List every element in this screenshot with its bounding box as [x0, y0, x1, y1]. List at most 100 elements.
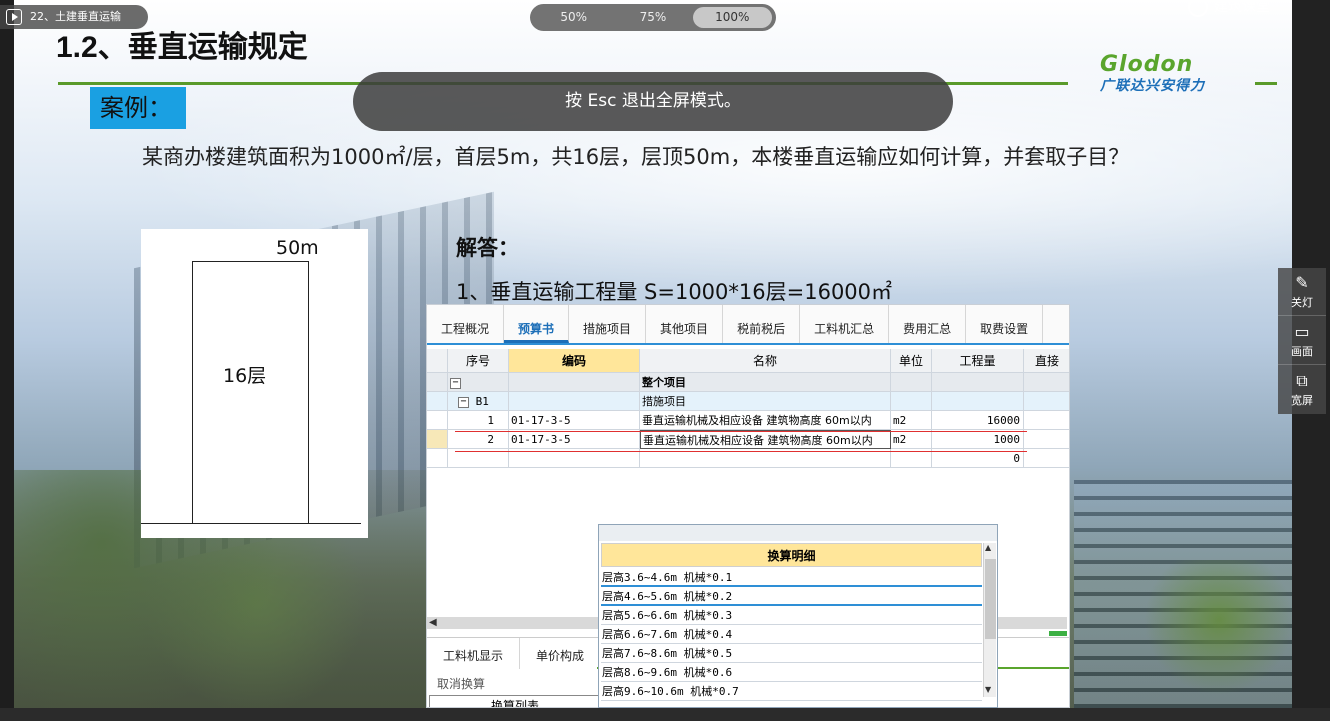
tab-budget-book[interactable]: 预算书 [504, 305, 570, 343]
popup-titlebar [599, 525, 997, 541]
row-qty [932, 392, 1024, 411]
widescreen-button[interactable]: ⧉ 宽屏 [1278, 366, 1326, 414]
tab-other-items[interactable]: 其他项目 [646, 305, 724, 343]
glodon-logo: Glodon 广联达兴安得力 [1100, 52, 1235, 102]
zoom-selector: 50% 75% 100% [530, 4, 776, 31]
row-name: 整个项目 [640, 373, 891, 392]
tab-tax[interactable]: 税前税后 [723, 305, 801, 343]
player-bottom-bar [0, 708, 1330, 721]
row-name: 垂直运输机械及相应设备 建筑物高度 60m以内 [640, 411, 891, 430]
widescreen-label: 宽屏 [1291, 394, 1313, 407]
conversion-option[interactable]: 层高7.6~8.6m 机械*0.5 [601, 644, 982, 663]
picture-label: 画面 [1291, 345, 1313, 358]
conversion-option[interactable]: 层高5.6~6.6m 机械*0.3 [601, 606, 982, 625]
row-seq: 1 [448, 411, 509, 430]
row-indicator [427, 449, 448, 468]
scrollbar-thumb[interactable] [985, 559, 996, 639]
monitor-icon: ▭ [1294, 322, 1310, 341]
row-name: 措施项目 [640, 392, 891, 411]
tab-cost-summary[interactable]: 费用汇总 [889, 305, 967, 343]
zoom-50-button[interactable]: 50% [534, 7, 613, 28]
scroll-up-icon[interactable]: ▲ [985, 543, 991, 552]
conversion-option[interactable]: 层高4.6~5.6m 机械*0.2 [601, 587, 982, 606]
cancel-conversion-button[interactable]: 取消换算 [437, 675, 485, 692]
diagram-ground-line [141, 523, 361, 524]
conversion-option[interactable]: 层高9.6~10.6m 机械*0.7 [601, 682, 982, 701]
play-icon[interactable] [6, 9, 22, 25]
title-divider-end [1255, 82, 1277, 85]
tab-unit-price[interactable]: 单价构成 [520, 638, 602, 669]
slide-background-trees-right [1134, 560, 1292, 708]
col-header-seq[interactable]: 序号 [448, 349, 509, 373]
popup-vertical-scrollbar[interactable]: ▲ ▼ [983, 543, 996, 697]
row-direct [1024, 373, 1069, 392]
row-indicator [427, 373, 448, 392]
diagram-floors-label: 16层 [223, 365, 267, 387]
diagram-building-outline [192, 261, 309, 524]
col-header-name[interactable]: 名称 [640, 349, 891, 373]
row-indicator [427, 392, 448, 411]
software-tab-bar: 工程概况 预算书 措施项目 其他项目 税前税后 工料机汇总 费用汇总 取费设置 [427, 305, 1069, 345]
row-seq: − [448, 373, 509, 392]
side-toolbar: ✎ 关灯 ▭ 画面 ⧉ 宽屏 [1278, 268, 1326, 414]
tab-materials-summary[interactable]: 工料机汇总 [800, 305, 890, 343]
tab-project-overview[interactable]: 工程概况 [427, 305, 505, 343]
fullscreen-player: 1.2、垂直运输规定 Glodon 广联达兴安得力 案例： 某商办楼建筑面积为1… [0, 0, 1330, 721]
lights-off-label: 关灯 [1291, 296, 1313, 309]
tab-fee-settings[interactable]: 取费设置 [966, 305, 1044, 343]
zoom-100-button[interactable]: 100% [692, 7, 772, 28]
row-unit: m2 [891, 430, 932, 449]
row-code [509, 392, 640, 411]
table-row-selected[interactable]: 2 01-17-3-5 垂直运输机械及相应设备 建筑物高度 60m以内 m2 1… [427, 430, 1069, 449]
lesson-tag[interactable]: 22、土建垂直运输 [0, 5, 148, 29]
logo-slogan: 广联达兴安得力 [1100, 78, 1205, 94]
row-direct [1024, 392, 1069, 411]
diagram-height-label: 50m [276, 237, 319, 259]
status-indicator [1049, 631, 1067, 636]
col-header-direct[interactable]: 直接 [1024, 349, 1069, 373]
row-qty: 1000 [932, 430, 1024, 449]
logo-wordmark: Glodon [1100, 52, 1194, 77]
collapse-icon[interactable]: − [458, 396, 469, 408]
table-row[interactable]: − B1 措施项目 [427, 392, 1069, 411]
grid-header-corner [427, 349, 448, 373]
col-header-unit[interactable]: 单位 [891, 349, 932, 373]
row-seq-text: B1 [475, 395, 489, 408]
table-row[interactable]: − 整个项目 [427, 373, 1069, 392]
col-header-qty[interactable]: 工程量 [932, 349, 1024, 373]
table-row[interactable]: 1 01-17-3-5 垂直运输机械及相应设备 建筑物高度 60m以内 m2 1… [427, 411, 1069, 430]
widescreen-icon: ⧉ [1296, 371, 1308, 390]
row-code: 01-17-3-5 [509, 430, 640, 449]
conversion-option[interactable]: 层高3.6~4.6m 机械*0.1 [601, 568, 982, 587]
conversion-option[interactable]: 层高6.6~7.6m 机械*0.4 [601, 625, 982, 644]
conversion-option[interactable]: 层高8.6~9.6m 机械*0.6 [601, 663, 982, 682]
row-indicator [427, 411, 448, 430]
col-header-code[interactable]: 编码 [509, 349, 640, 373]
scroll-down-icon[interactable]: ▼ [985, 685, 991, 694]
scroll-left-icon[interactable]: ◀ [429, 617, 437, 628]
collapse-icon[interactable]: − [450, 377, 461, 389]
row-unit: m2 [891, 411, 932, 430]
case-question: 某商办楼建筑面积为1000㎡/层，首层5m，共16层，层顶50m，本楼垂直运输应… [142, 145, 1130, 169]
row-direct [1024, 449, 1069, 468]
row-code: 01-17-3-5 [509, 411, 640, 430]
tab-materials-display[interactable]: 工料机显示 [427, 638, 521, 669]
lights-off-button[interactable]: ✎ 关灯 [1278, 268, 1326, 316]
lesson-title: 22、土建垂直运输 [30, 10, 121, 23]
brand-name: 建筑课堂 [1214, 0, 1270, 15]
answer-title: 解答： [456, 236, 519, 260]
watermark-brand: 建筑课堂 [1188, 0, 1298, 18]
row-qty [932, 373, 1024, 392]
row-direct [1024, 430, 1069, 449]
answer-formula: 1、垂直运输工程量 S=1000*16层=16000㎡ [456, 280, 893, 304]
grid-header-row: 序号 编码 名称 单位 工程量 直接 [427, 349, 1069, 373]
player-left-margin [0, 0, 14, 708]
tab-measures[interactable]: 措施项目 [569, 305, 647, 343]
brand-logo-icon [1188, 0, 1208, 17]
row-code [509, 373, 640, 392]
popup-header: 换算明细 [601, 543, 982, 567]
zoom-75-button[interactable]: 75% [613, 7, 692, 28]
annotation-underline [455, 451, 1027, 452]
fullscreen-exit-toast: 按 Esc 退出全屏模式。 [353, 72, 953, 131]
picture-button[interactable]: ▭ 画面 [1278, 317, 1326, 365]
